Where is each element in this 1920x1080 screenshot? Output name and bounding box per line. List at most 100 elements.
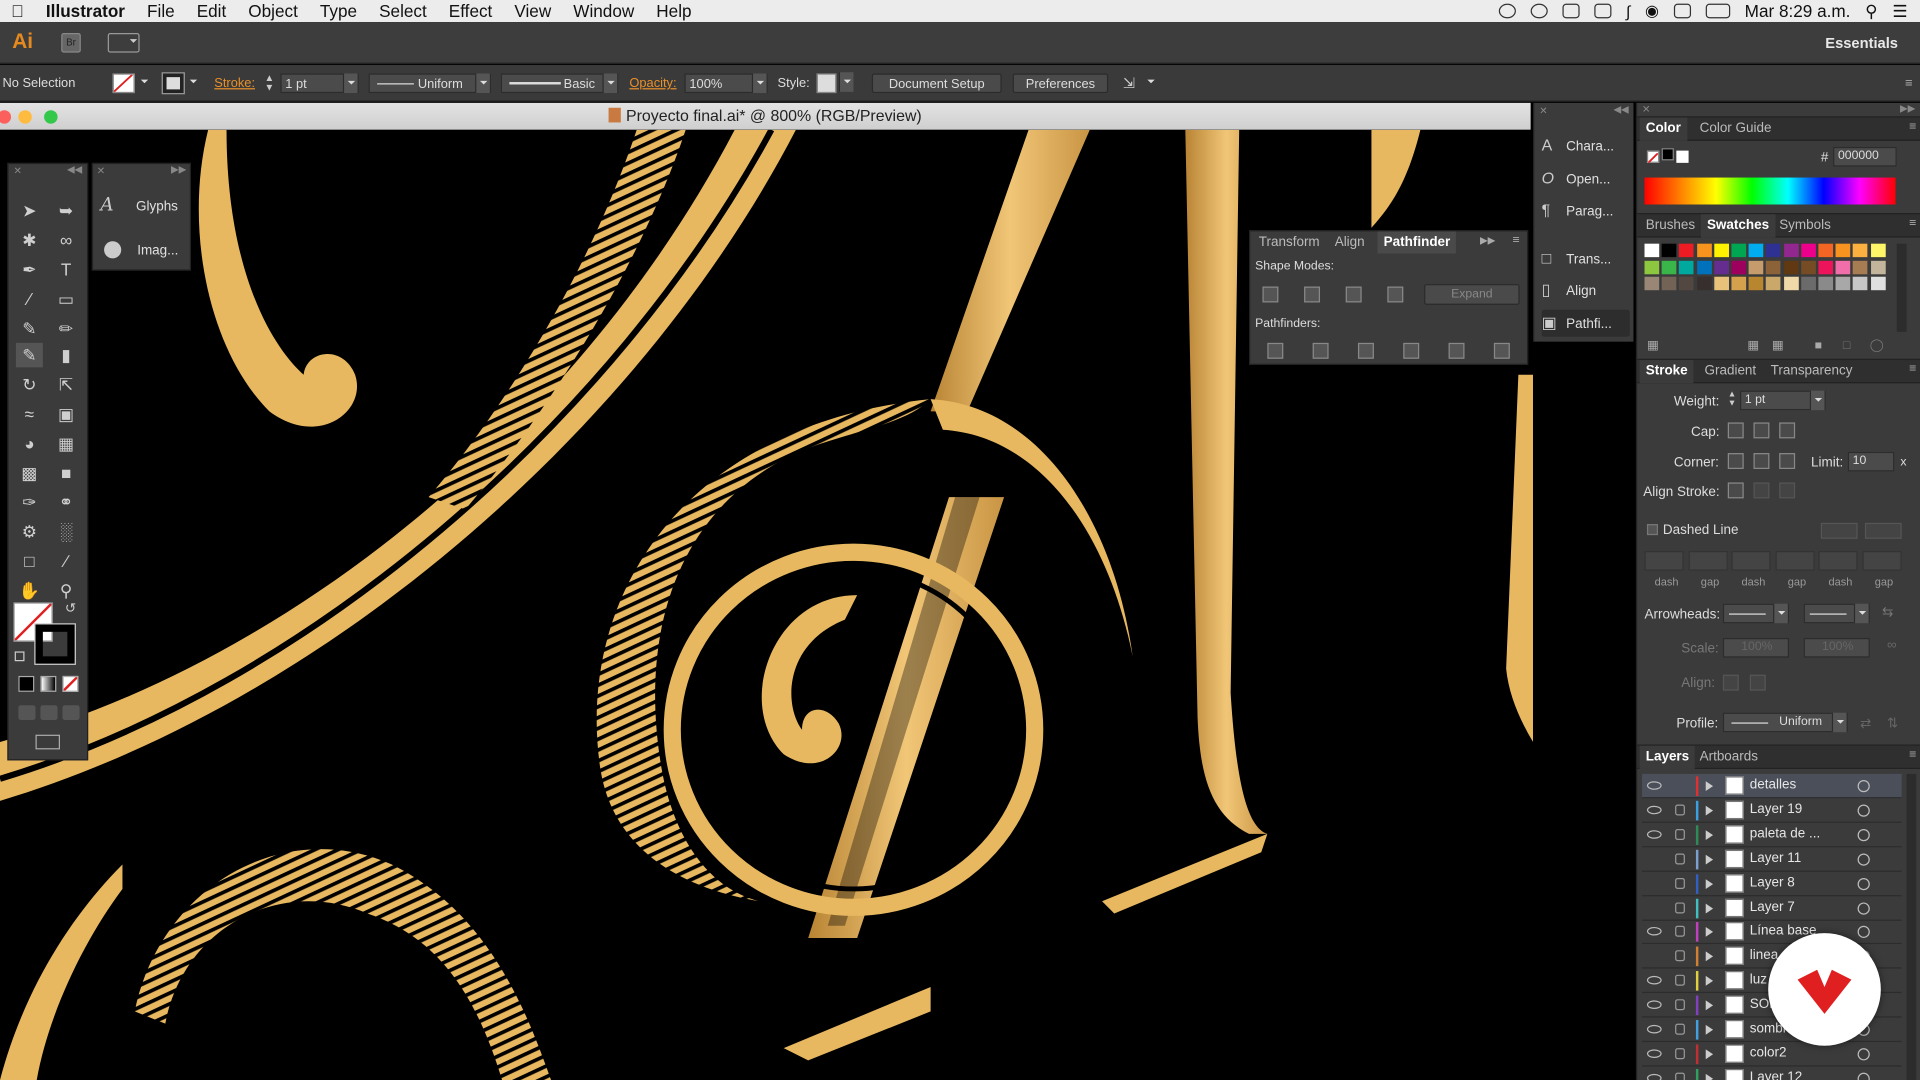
layers-scrollbar[interactable]: [1906, 773, 1917, 1080]
minus-front-icon[interactable]: [1304, 286, 1321, 303]
width-tool-icon[interactable]: ≈: [16, 402, 43, 426]
unite-icon[interactable]: [1262, 286, 1279, 303]
opacity-label[interactable]: Opacity:: [629, 73, 676, 93]
start-arrowhead-select[interactable]: [1722, 603, 1789, 624]
menubar-clock[interactable]: Mar 8:29 a.m.: [1745, 1, 1851, 21]
tab-transparency[interactable]: Transparency: [1765, 360, 1859, 383]
lock-icon[interactable]: [1675, 1048, 1685, 1060]
zoom-window-icon[interactable]: [44, 110, 58, 124]
layer-row[interactable]: Layer 19: [1642, 798, 1902, 823]
tab-stroke[interactable]: Stroke: [1639, 360, 1694, 384]
paintbrush-tool-icon[interactable]: ✎: [16, 316, 43, 340]
panel-menu-icon[interactable]: ≡: [1909, 362, 1916, 375]
swatch[interactable]: [1783, 276, 1799, 291]
swatch[interactable]: [1661, 276, 1677, 291]
pen-tool-icon[interactable]: ✒: [16, 257, 43, 281]
delete-swatch-icon[interactable]: ◯: [1870, 339, 1884, 352]
glyphs-panel-button[interactable]: A Glyphs: [100, 191, 188, 218]
arrow-tip-beyond-icon[interactable]: [1722, 674, 1739, 691]
arrange-icon[interactable]: ⇲: [1123, 73, 1135, 93]
selection-tool-icon[interactable]: ➤: [16, 198, 43, 222]
image-trace-panel-button[interactable]: Imag...: [100, 238, 188, 265]
visibility-eye-icon[interactable]: [1646, 781, 1662, 790]
swatch-libraries-icon[interactable]: ▦: [1647, 339, 1659, 352]
draw-inside-icon[interactable]: [62, 705, 80, 721]
dock-close-icon[interactable]: ✕: [1539, 105, 1547, 116]
swatch[interactable]: [1870, 260, 1886, 274]
layer-name[interactable]: Layer 11: [1750, 851, 1801, 866]
visibility-eye-icon[interactable]: [1646, 1073, 1662, 1080]
lock-icon[interactable]: [1675, 853, 1685, 865]
swatch[interactable]: [1853, 260, 1868, 274]
wifi-icon[interactable]: ◉: [1645, 1, 1659, 21]
airplay-icon[interactable]: [1594, 3, 1612, 19]
rectangle-tool-icon[interactable]: ▭: [53, 287, 80, 311]
visibility-toggle[interactable]: [1645, 849, 1665, 869]
expand-triangle-icon[interactable]: [1705, 829, 1718, 840]
visibility-eye-icon[interactable]: [1646, 1024, 1662, 1034]
lock-icon[interactable]: [1675, 950, 1685, 962]
layer-name[interactable]: color2: [1750, 1046, 1787, 1061]
start-scale-field[interactable]: 100%: [1722, 637, 1789, 658]
swap-arrowheads-icon[interactable]: ⇆: [1882, 604, 1893, 620]
shape-builder-tool-icon[interactable]: ◕: [16, 431, 43, 455]
default-colors-icon[interactable]: [14, 651, 25, 662]
swatch[interactable]: [1696, 276, 1712, 291]
type-tool-icon[interactable]: T: [53, 257, 80, 281]
swatch[interactable]: [1644, 243, 1660, 258]
symbol-sprayer-tool-icon[interactable]: ⚙: [16, 519, 43, 543]
tab-transform[interactable]: Transform: [1253, 231, 1326, 253]
projecting-cap-icon[interactable]: [1779, 422, 1796, 439]
menu-edit[interactable]: Edit: [186, 0, 238, 22]
panel-collapse-icon[interactable]: ▶▶: [1480, 235, 1495, 246]
record-icon[interactable]: [1498, 3, 1516, 19]
pencil-tool-icon[interactable]: ✏: [53, 316, 80, 340]
swatch[interactable]: [1748, 260, 1764, 274]
show-swatch-kinds-icon[interactable]: ▦: [1747, 339, 1759, 352]
flip-along-icon[interactable]: ⇄: [1860, 715, 1871, 731]
spotlight-icon[interactable]: ⚲: [1865, 1, 1878, 22]
align-center-icon[interactable]: [1727, 482, 1744, 499]
eyedropper-tool-icon[interactable]: ✑: [16, 490, 43, 514]
panel-menu-icon[interactable]: ≡: [1512, 234, 1519, 247]
minimize-window-icon[interactable]: [18, 110, 32, 124]
swatch[interactable]: [1800, 260, 1816, 274]
visibility-toggle[interactable]: [1645, 874, 1665, 894]
layer-row[interactable]: Layer 11: [1642, 847, 1902, 872]
swatch[interactable]: [1835, 243, 1851, 258]
visibility-eye-icon[interactable]: [1646, 976, 1662, 985]
swatch[interactable]: [1818, 260, 1834, 274]
new-color-group-icon[interactable]: ■: [1815, 339, 1822, 352]
swatch[interactable]: [1818, 276, 1834, 291]
tab-swatches[interactable]: Swatches: [1700, 214, 1776, 238]
swatch[interactable]: [1679, 243, 1694, 258]
panel-menu-icon[interactable]: ≡: [1905, 73, 1913, 93]
round-cap-icon[interactable]: [1753, 422, 1770, 439]
perspective-grid-tool-icon[interactable]: ▦: [53, 431, 80, 455]
merge-icon[interactable]: [1357, 342, 1374, 359]
draw-normal-icon[interactable]: [18, 705, 36, 721]
panel-menu-icon[interactable]: ≡: [1909, 748, 1916, 761]
dash-field[interactable]: [1731, 551, 1771, 571]
minus-back-icon[interactable]: [1493, 342, 1510, 359]
hex-input[interactable]: 000000: [1833, 146, 1897, 167]
battery-icon[interactable]: [1705, 3, 1730, 19]
layer-row[interactable]: Layer 7: [1642, 896, 1902, 921]
profile-select[interactable]: Uniform: [1722, 712, 1848, 733]
slice-tool-icon[interactable]: ∕: [53, 549, 80, 573]
layer-name[interactable]: Layer 19: [1750, 802, 1802, 817]
mesh-tool-icon[interactable]: ▩: [16, 460, 43, 484]
flag-icon[interactable]: [1673, 3, 1691, 19]
fill-swatch[interactable]: [112, 73, 135, 94]
layer-name[interactable]: Layer 7: [1750, 899, 1795, 914]
expand-triangle-icon[interactable]: [1705, 951, 1718, 962]
exclude-icon[interactable]: [1387, 286, 1404, 303]
menu-window[interactable]: Window: [562, 0, 645, 22]
panel-menu-icon[interactable]: ≡: [1909, 120, 1916, 133]
round-join-icon[interactable]: [1753, 453, 1770, 469]
swatch[interactable]: [1714, 243, 1729, 258]
arrow-tip-end-icon[interactable]: [1749, 674, 1766, 691]
none-mode-icon[interactable]: [62, 675, 79, 692]
swap-colors-icon[interactable]: ↺: [65, 600, 76, 616]
column-graph-tool-icon[interactable]: ░: [53, 519, 80, 543]
